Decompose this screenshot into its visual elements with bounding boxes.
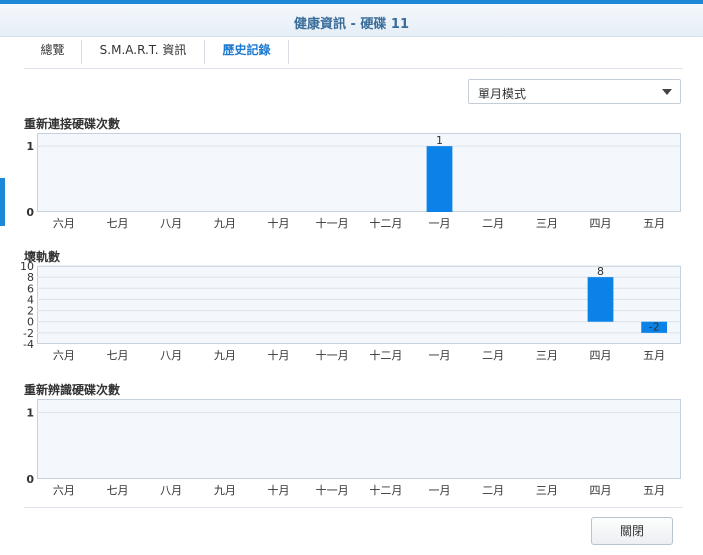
chart-title-bad-sectors: 壞軌數 [24, 250, 61, 264]
tab-overview[interactable]: 總覽 [24, 37, 81, 67]
x-tick-label-bad-sectors: 九月 [214, 349, 236, 362]
x-tick-label-bad-sectors: 十二月 [369, 348, 402, 362]
y-tick-label-redetect: 1 [26, 406, 34, 419]
x-tick-label-bad-sectors: 二月 [482, 349, 504, 362]
x-tick-label-redetect: 一月 [429, 484, 451, 497]
x-tick-label-reconnect: 一月 [429, 217, 451, 230]
x-tick-label-bad-sectors: 四月 [590, 349, 612, 362]
x-tick-label-bad-sectors: 六月 [53, 349, 75, 362]
mode-select[interactable]: 單月模式 [468, 79, 681, 104]
y-tick-label-reconnect: 1 [26, 140, 34, 153]
x-tick-label-redetect: 三月 [536, 484, 558, 497]
mode-select-value: 單月模式 [478, 87, 527, 101]
y-tick-label-reconnect: 0 [26, 206, 34, 219]
y-tick-label-bad-sectors: -4 [23, 338, 34, 351]
x-tick-label-bad-sectors: 十一月 [316, 348, 349, 362]
x-tick-label-bad-sectors: 三月 [536, 349, 558, 362]
x-tick-label-reconnect: 九月 [214, 217, 236, 230]
x-tick-label-reconnect: 十一月 [316, 216, 349, 230]
chart-title-reconnect: 重新連接硬碟次數 [24, 117, 121, 131]
x-tick-label-reconnect: 五月 [643, 217, 665, 230]
x-tick-label-redetect: 四月 [590, 484, 612, 497]
x-tick-label-redetect: 五月 [643, 484, 665, 497]
close-button[interactable]: 關閉 [591, 517, 673, 545]
x-tick-label-reconnect: 三月 [536, 217, 558, 230]
left-accent-marker [0, 178, 5, 226]
y-tick-label-bad-sectors: 0 [27, 316, 34, 329]
x-tick-label-bad-sectors: 五月 [643, 349, 665, 362]
x-tick-label-bad-sectors: 八月 [160, 349, 182, 362]
x-tick-label-reconnect: 四月 [590, 217, 612, 230]
y-tick-label-bad-sectors: 8 [27, 271, 34, 284]
x-tick-label-reconnect: 二月 [482, 217, 504, 230]
x-tick-label-redetect: 二月 [482, 484, 504, 497]
tab-underline [24, 68, 683, 69]
x-tick-label-reconnect: 十二月 [369, 216, 402, 230]
x-tick-label-redetect: 六月 [53, 484, 75, 497]
y-tick-label-redetect: 0 [26, 473, 34, 486]
y-tick-label-bad-sectors: 4 [27, 293, 34, 306]
chart-title-redetect: 重新辨識硬碟次數 [24, 383, 121, 397]
y-tick-label-bad-sectors: 6 [27, 282, 34, 295]
x-tick-label-redetect: 九月 [214, 484, 236, 497]
plot-area-redetect [37, 399, 681, 479]
chevron-down-icon [662, 89, 672, 95]
tab-smart-info[interactable]: S.M.A.R.T. 資訊 [82, 37, 204, 67]
x-tick-label-redetect: 七月 [107, 484, 129, 497]
window-title: 健康資訊 - 硬碟 11 [293, 17, 410, 32]
x-tick-label-reconnect: 八月 [160, 217, 182, 230]
y-tick-label-bad-sectors: -2 [23, 327, 34, 340]
x-tick-label-bad-sectors: 一月 [429, 349, 451, 362]
x-tick-label-redetect: 十二月 [369, 483, 402, 497]
x-tick-label-bad-sectors: 七月 [107, 349, 129, 362]
y-tick-label-bad-sectors: 2 [27, 305, 34, 318]
x-tick-label-reconnect: 七月 [107, 217, 129, 230]
window-titlebar: 健康資訊 - 硬碟 11 [0, 4, 703, 37]
x-tick-label-redetect: 十一月 [316, 483, 349, 497]
x-tick-label-redetect: 十月 [268, 483, 290, 497]
x-tick-label-bad-sectors: 十月 [268, 348, 290, 362]
plot-area-reconnect [37, 133, 681, 212]
footer-divider [24, 507, 683, 508]
plot-area-bad-sectors [37, 266, 681, 344]
x-tick-label-reconnect: 六月 [53, 217, 75, 230]
x-tick-label-reconnect: 十月 [268, 216, 290, 230]
tab-history[interactable]: 歷史記錄 [205, 37, 288, 67]
tab-divider [288, 40, 289, 64]
x-tick-label-redetect: 八月 [160, 484, 182, 497]
